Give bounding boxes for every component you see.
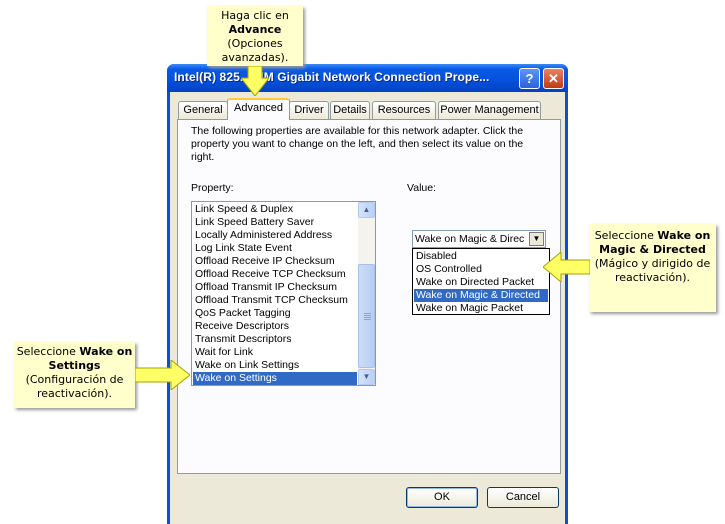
arrow-down-icon — [241, 66, 269, 96]
ok-button[interactable]: OK — [406, 487, 478, 508]
value-dropdown-list[interactable]: Disabled OS Controlled Wake on Directed … — [412, 248, 550, 315]
title-bar[interactable]: Intel(R) 825... MM Gigabit Network Conne… — [167, 64, 568, 92]
value-label: Value: — [407, 182, 436, 194]
list-item[interactable]: Offload Transmit IP Checksum — [193, 281, 357, 294]
callout-advanced-rest: (Opciones avanzadas). — [221, 37, 289, 64]
arrow-right-icon — [135, 360, 190, 390]
list-item[interactable]: Transmit Descriptors — [193, 333, 357, 346]
value-select-text: Wake on Magic & Direc — [415, 233, 525, 245]
dropdown-option[interactable]: Wake on Magic Packet — [414, 302, 548, 315]
help-icon[interactable]: ? — [519, 68, 540, 89]
callout-magic-directed-line1: Seleccione — [594, 229, 654, 242]
list-item[interactable]: Link Speed & Duplex — [193, 203, 357, 216]
tab-power-management[interactable]: Power Management — [438, 101, 541, 119]
scroll-up-icon[interactable]: ▲ — [358, 202, 375, 218]
callout-wake-settings-line1: Seleccione — [16, 345, 76, 358]
arrow-left-icon — [543, 252, 590, 282]
list-item[interactable]: Wait for Link — [193, 346, 357, 359]
tab-general[interactable]: General — [178, 101, 228, 119]
callout-magic-directed: Seleccione Wake on Magic & Directed (Mág… — [589, 224, 716, 312]
dialog-client: General Advanced Driver Details Resource… — [170, 92, 565, 524]
dropdown-option[interactable]: OS Controlled — [414, 263, 548, 276]
callout-wake-settings: Seleccione Wake on Settings (Configuraci… — [14, 342, 135, 408]
close-icon[interactable]: ✕ — [543, 68, 564, 89]
tab-advanced[interactable]: Advanced — [227, 98, 290, 120]
property-label: Property: — [191, 182, 234, 194]
list-item-selected[interactable]: Wake on Settings — [193, 372, 357, 385]
scroll-down-icon[interactable]: ▼ — [358, 369, 375, 385]
grip-line — [364, 317, 371, 318]
dropdown-arrow-icon[interactable]: ▼ — [529, 232, 544, 246]
callout-magic-directed-rest: (Mágico y dirigido de reactivación). — [594, 257, 711, 284]
callout-advanced-bold: Advance — [228, 23, 282, 36]
grip-line — [364, 313, 371, 314]
list-item[interactable]: Locally Administered Address — [193, 229, 357, 242]
list-item[interactable]: Link Speed Battery Saver — [193, 216, 357, 229]
callout-wake-settings-rest: (Configuración de reactivación). — [25, 373, 124, 400]
advanced-tab-panel: The following properties are available f… — [177, 119, 561, 474]
property-list[interactable]: Link Speed & Duplex Link Speed Battery S… — [191, 201, 376, 386]
window-title: Intel(R) 825... MM Gigabit Network Conne… — [174, 70, 490, 84]
list-item[interactable]: Offload Transmit TCP Checksum — [193, 294, 357, 307]
value-select[interactable]: Wake on Magic & Direc ▼ — [412, 230, 546, 248]
list-item[interactable]: Wake on Link Settings — [193, 359, 357, 372]
list-item[interactable]: Receive Descriptors — [193, 320, 357, 333]
grip-line — [364, 315, 371, 316]
list-item[interactable]: Offload Receive TCP Checksum — [193, 268, 357, 281]
dropdown-option-selected[interactable]: Wake on Magic & Directed — [414, 289, 548, 302]
tab-driver[interactable]: Driver — [289, 101, 329, 119]
list-item[interactable]: QoS Packet Tagging — [193, 307, 357, 320]
list-item[interactable]: Offload Receive IP Checksum — [193, 255, 357, 268]
scrollbar-thumb[interactable] — [358, 264, 375, 368]
grip-line — [364, 319, 371, 320]
dropdown-option[interactable]: Disabled — [414, 250, 548, 263]
tab-resources[interactable]: Resources — [372, 101, 436, 119]
tab-details[interactable]: Details — [330, 101, 370, 119]
property-list-scrollbar[interactable]: ▲ ▼ — [358, 202, 375, 385]
properties-dialog: Intel(R) 825... MM Gigabit Network Conne… — [167, 64, 568, 524]
cancel-button[interactable]: Cancel — [487, 487, 559, 508]
callout-advanced: Haga clic en Advance (Opciones avanzadas… — [207, 6, 303, 66]
list-item[interactable]: Log Link State Event — [193, 242, 357, 255]
callout-advanced-line1: Haga clic en — [221, 9, 289, 22]
description-text: The following properties are available f… — [191, 125, 524, 163]
dropdown-option[interactable]: Wake on Directed Packet — [414, 276, 548, 289]
